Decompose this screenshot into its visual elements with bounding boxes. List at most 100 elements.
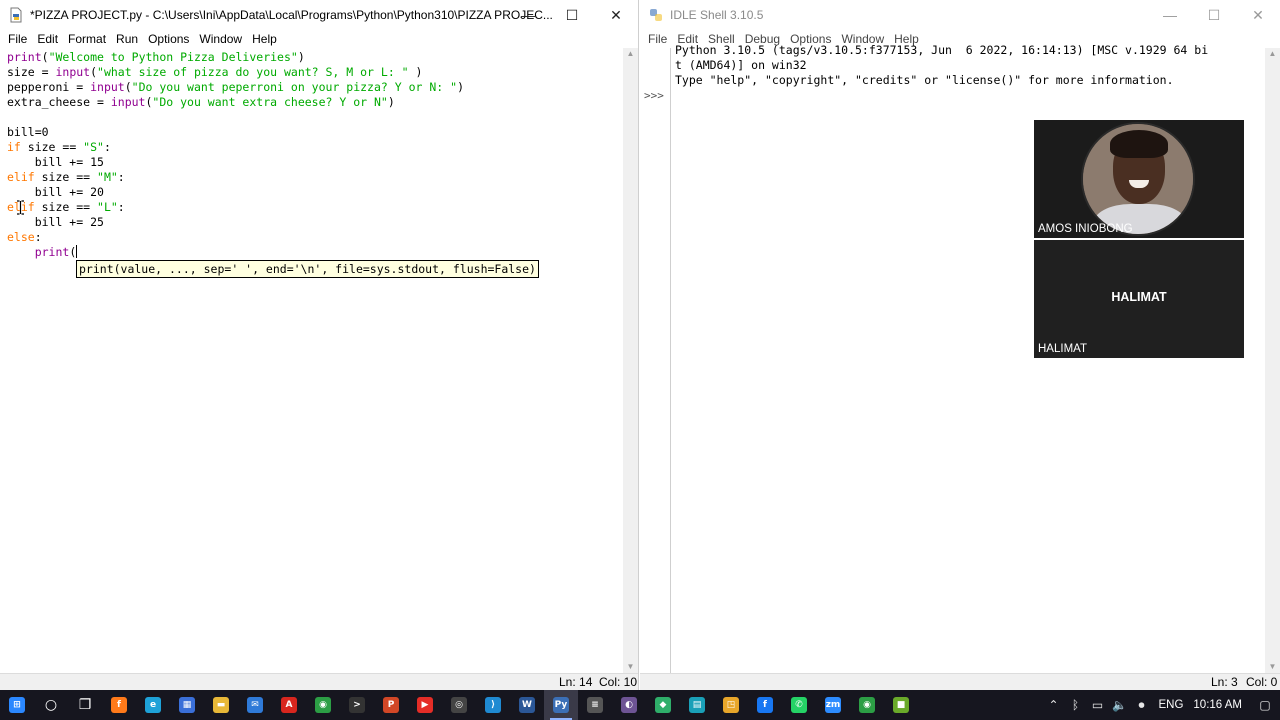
taskbar-youtube-icon[interactable]: ▶ <box>408 690 442 720</box>
menu-format[interactable]: Format <box>64 32 110 46</box>
code-token: pepperoni = <box>7 80 91 94</box>
input-language[interactable]: ENG <box>1152 699 1189 711</box>
youtube-glyph: ▶ <box>417 697 433 713</box>
taskbar-chrome-2-icon[interactable]: ◉ <box>850 690 884 720</box>
taskbar-notepad-icon[interactable]: ≡ <box>578 690 612 720</box>
editor-title-bar[interactable]: *PIZZA PROJECT.py - C:\Users\Ini\AppData… <box>0 0 638 30</box>
idle-python-icon <box>648 7 664 23</box>
notifications-icon[interactable]: ▢ <box>1250 690 1280 720</box>
taskbar-vpn-icon[interactable]: ◆ <box>646 690 680 720</box>
taskbar-github-icon[interactable]: ◐ <box>612 690 646 720</box>
bluetooth-icon[interactable]: ᛒ <box>1064 690 1086 720</box>
code-line[interactable]: bill += 15 <box>7 155 104 170</box>
taskbar-store-icon[interactable]: ▦ <box>170 690 204 720</box>
code-token: : <box>117 170 125 184</box>
code-token: size = <box>7 65 56 79</box>
terminal-glyph: > <box>349 697 365 713</box>
clock-time[interactable]: 10:16 AM <box>1189 699 1250 711</box>
shell-title: IDLE Shell 3.10.5 <box>670 8 764 22</box>
shell-scroll-up-icon[interactable]: ▲ <box>1265 48 1280 60</box>
editor-vertical-scrollbar[interactable]: ▲ ▼ <box>623 48 638 673</box>
shell-menu-file[interactable]: File <box>644 32 671 46</box>
menu-edit[interactable]: Edit <box>33 32 62 46</box>
code-token: : <box>117 200 125 214</box>
taskbar-word-icon[interactable]: W <box>510 690 544 720</box>
taskbar: ⊞ ○ ❐ f e ▦ ▬ ✉ A ◉ > P ▶ ◎ ⟩ W Py ≡ ◐ ◆ ▤ ◳ f ✆ zm ◉ ■ ⌃ ᛒ ▭ 🔈 ⏺ … <box>0 690 1280 720</box>
minecraft-glyph: ■ <box>893 697 909 713</box>
editor-window: *PIZZA PROJECT.py - C:\Users\Ini\AppData… <box>0 0 639 690</box>
code-line[interactable]: else: <box>7 230 42 245</box>
menu-window[interactable]: Window <box>195 32 246 46</box>
code-token: size == <box>34 170 98 184</box>
table-app-glyph: ▤ <box>689 697 705 713</box>
code-token: input <box>90 80 125 94</box>
taskbar-task-view-icon[interactable]: ❐ <box>68 690 102 720</box>
taskbar-minecraft-icon[interactable]: ■ <box>884 690 918 720</box>
obs-glyph: ◎ <box>451 697 467 713</box>
code-token: ( <box>124 80 132 94</box>
taskbar-obs-icon[interactable]: ◎ <box>442 690 476 720</box>
taskbar-powerpoint-icon[interactable]: P <box>374 690 408 720</box>
maximize-button[interactable]: ☐ <box>550 0 594 30</box>
code-line[interactable]: elif size == "M": <box>7 170 125 185</box>
code-editor[interactable]: print( "Welcome to Python Pizza Deliverie… <box>0 48 624 673</box>
taskbar-edge-icon[interactable]: e <box>136 690 170 720</box>
code-line[interactable]: pepperoni = input("Do you want peperroni… <box>7 80 464 95</box>
shell-status-bar: Ln: 3 Col: 0 <box>640 673 1280 690</box>
code-line[interactable]: print("Welcome to Python Pizza Deliverie… <box>7 50 305 65</box>
editor-line-number: Ln: 14 <box>559 675 593 689</box>
taskbar-facebook-icon[interactable]: f <box>748 690 782 720</box>
shell-vertical-scrollbar[interactable]: ▲ ▼ <box>1265 48 1280 673</box>
taskbar-table-app-icon[interactable]: ▤ <box>680 690 714 720</box>
video-tile-participant-1[interactable]: AMOS INIOBONG <box>1034 120 1244 238</box>
code-line[interactable]: if size == "S": <box>7 140 111 155</box>
code-line[interactable]: extra_cheese = input("Do you want extra … <box>7 95 395 110</box>
minimize-button[interactable]: — <box>506 0 550 30</box>
taskbar-mail-icon[interactable]: ✉ <box>238 690 272 720</box>
code-token: "Welcome to Python Pizza Deliveries" <box>48 50 298 64</box>
shell-title-bar[interactable]: IDLE Shell 3.10.5 — ☐ ✕ <box>640 0 1280 30</box>
volume-icon[interactable]: 🔈 <box>1108 690 1130 720</box>
code-token: size == <box>20 140 84 154</box>
code-line[interactable]: size = input("what size of pizza do you … <box>7 65 422 80</box>
video-tile-participant-2[interactable]: HALIMAT HALIMAT <box>1034 240 1244 358</box>
code-line[interactable]: bill += 20 <box>7 185 104 200</box>
scroll-down-icon[interactable]: ▼ <box>623 661 638 673</box>
taskbar-app-sketch-icon[interactable]: ◳ <box>714 690 748 720</box>
code-line[interactable]: bill=0 <box>7 125 49 140</box>
taskbar-firefox-icon[interactable]: f <box>102 690 136 720</box>
shell-banner-line: t (AMD64)] on win32 <box>675 58 807 72</box>
taskbar-start-icon[interactable]: ⊞ <box>0 690 34 720</box>
taskbar-whatsapp-icon[interactable]: ✆ <box>782 690 816 720</box>
menu-options[interactable]: Options <box>144 32 193 46</box>
code-token: "Do you want extra cheese? Y or N" <box>152 95 388 109</box>
shell-scroll-down-icon[interactable]: ▼ <box>1265 661 1280 673</box>
word-glyph: W <box>519 697 535 713</box>
microphone-icon[interactable]: ⏺ <box>1130 690 1152 720</box>
shell-output[interactable]: Python 3.10.5 (tags/v3.10.5:f377153, Jun… <box>675 43 1260 88</box>
shell-maximize-button[interactable]: ☐ <box>1192 0 1236 30</box>
network-icon[interactable]: ▭ <box>1086 690 1108 720</box>
shell-minimize-button[interactable]: — <box>1148 0 1192 30</box>
shell-close-button[interactable]: ✕ <box>1236 0 1280 30</box>
taskbar-file-explorer-icon[interactable]: ▬ <box>204 690 238 720</box>
system-tray: ⌃ ᛒ ▭ 🔈 ⏺ ENG 10:16 AM ▢ <box>1042 690 1280 720</box>
taskbar-vscode-icon[interactable]: ⟩ <box>476 690 510 720</box>
code-line[interactable]: print( <box>7 245 78 260</box>
menu-run[interactable]: Run <box>112 32 142 46</box>
start-glyph: ⊞ <box>9 697 25 713</box>
mail-glyph: ✉ <box>247 697 263 713</box>
close-button[interactable]: ✕ <box>594 0 638 30</box>
code-token: ( <box>90 65 98 79</box>
taskbar-search-icon[interactable]: ○ <box>34 690 68 720</box>
taskbar-chrome-icon[interactable]: ◉ <box>306 690 340 720</box>
tray-overflow-chevron-icon[interactable]: ⌃ <box>1042 690 1064 720</box>
taskbar-idle-icon[interactable]: Py <box>544 690 578 720</box>
taskbar-acrobat-icon[interactable]: A <box>272 690 306 720</box>
menu-file[interactable]: File <box>4 32 31 46</box>
taskbar-zoom-icon[interactable]: zm <box>816 690 850 720</box>
scroll-up-icon[interactable]: ▲ <box>623 48 638 60</box>
menu-help[interactable]: Help <box>248 32 281 46</box>
code-line[interactable]: bill += 25 <box>7 215 104 230</box>
taskbar-terminal-icon[interactable]: > <box>340 690 374 720</box>
